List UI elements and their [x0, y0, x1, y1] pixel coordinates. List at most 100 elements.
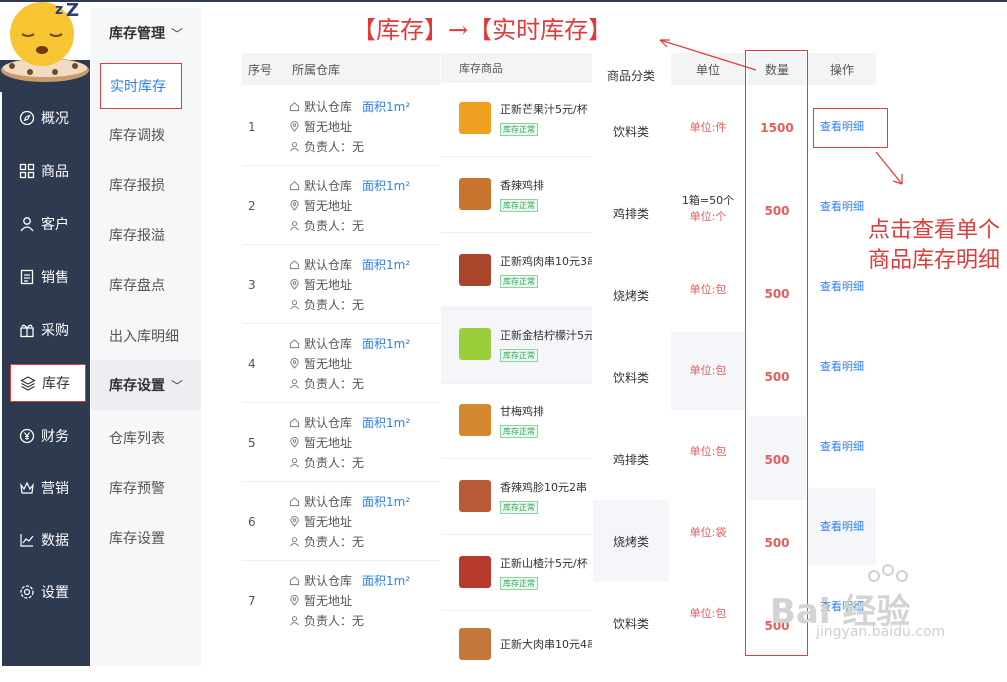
warehouse-address: 暂无地址: [304, 277, 353, 292]
warehouse-area[interactable]: 面积1m²: [362, 177, 410, 194]
stock-status-badge: 库存正常: [500, 274, 538, 288]
stock-status-badge: 库存正常: [500, 348, 538, 362]
warehouse-address-line: 暂无地址: [288, 116, 438, 136]
warehouse-area[interactable]: 面积1m²: [362, 256, 410, 273]
stock-status-badge: 库存正常: [500, 576, 538, 590]
warehouse-area[interactable]: 面积1m²: [362, 572, 410, 589]
nav-item-settings[interactable]: 设置: [2, 572, 90, 612]
product-cell: 正新山楂汁5元/杯 库存正常: [441, 534, 592, 610]
product-name: 甘梅鸡排: [500, 404, 544, 418]
submenu-item-overflow[interactable]: 库存报溢: [91, 215, 201, 255]
grid-icon: [18, 162, 36, 180]
person-icon: [288, 219, 300, 231]
nav-item-data[interactable]: 数据: [2, 520, 90, 560]
warehouse-info: 默认仓库 面积1m² 暂无地址 负责人：无: [288, 333, 438, 393]
warehouse-address-line: 暂无地址: [288, 590, 438, 610]
submenu-item-stock-settings[interactable]: 库存设置: [91, 518, 201, 558]
row-seq: 5: [248, 436, 256, 450]
header-product: 库存商品: [441, 53, 592, 83]
view-detail-link[interactable]: 查看明细: [808, 486, 876, 566]
submenu-item-loss[interactable]: 库存报损: [91, 165, 201, 205]
product-info: 香辣鸡排 库存正常: [500, 177, 592, 212]
warehouse-info: 默认仓库 面积1m² 暂无地址 负责人：无: [288, 254, 438, 314]
product-cell: 正新鸡肉串10元3串 库存正常: [441, 232, 592, 308]
warehouse-area[interactable]: 面积1m²: [362, 493, 410, 510]
view-detail-link[interactable]: 查看明细: [808, 326, 876, 406]
nav-item-label: 财务: [41, 429, 69, 445]
warehouse-area[interactable]: 面积1m²: [362, 414, 410, 431]
submenu-group-inventory-management[interactable]: 库存管理 ﹀: [91, 8, 201, 58]
warehouse-name-line: 默认仓库 面积1m²: [288, 175, 438, 195]
submenu-item-label: 仓库列表: [109, 431, 165, 447]
warehouse-manager: 负责人：无: [304, 376, 365, 391]
nav-item-purchase[interactable]: 采购: [2, 310, 90, 350]
nav-item-products[interactable]: 商品: [2, 151, 90, 191]
header-category-label: 商品分类: [606, 68, 655, 83]
product-thumbnail: [459, 178, 491, 210]
category-cell: 烧烤类: [612, 288, 649, 303]
nav-item-finance[interactable]: 财务: [2, 416, 90, 456]
nav-item-customers[interactable]: 客户: [2, 204, 90, 244]
nav-item-marketing[interactable]: 营销: [2, 468, 90, 508]
chart-icon: [18, 531, 36, 549]
header-action-label: 操作: [829, 62, 854, 77]
document-icon: [18, 268, 36, 286]
row-divider: [242, 244, 440, 245]
nav-item-overview[interactable]: 概况: [2, 98, 90, 138]
view-detail-link[interactable]: 查看明细: [808, 406, 876, 486]
unit-cell: 单位:包: [671, 248, 745, 329]
gift-icon: [18, 321, 36, 339]
unit-label: 单位:包: [689, 282, 727, 296]
warehouse-address: 暂无地址: [304, 198, 353, 213]
product-name: 香辣鸡排: [500, 178, 544, 192]
submenu-item-warehouse-list[interactable]: 仓库列表: [91, 418, 201, 458]
nav-item-sales[interactable]: 销售: [2, 257, 90, 297]
warehouse-address: 暂无地址: [304, 593, 353, 608]
category-cell: 饮料类: [612, 370, 649, 385]
header-action: 操作: [808, 53, 876, 85]
submenu-item-label: 库存报损: [109, 178, 165, 194]
home-icon: [288, 258, 300, 270]
category-cell: 饮料类: [612, 124, 649, 139]
row-divider: [242, 402, 440, 403]
home-icon: [288, 179, 300, 191]
view-detail-link[interactable]: 查看明细: [808, 246, 876, 326]
warehouse-manager-line: 负责人：无: [288, 136, 438, 156]
gear-icon: [18, 583, 36, 601]
stock-status-badge: 库存正常: [500, 122, 538, 136]
product-info: 香辣鸡胗10元2串 库存正常: [500, 479, 592, 514]
unit-label: 单位:包: [689, 606, 727, 620]
product-cell: 香辣鸡胗10元2串 库存正常: [441, 458, 592, 534]
nav-item-label: 采购: [41, 323, 69, 339]
warehouse-area[interactable]: 面积1m²: [362, 98, 410, 115]
warehouse-manager: 负责人：无: [304, 455, 365, 470]
submenu-item-transfer[interactable]: 库存调拨: [91, 115, 201, 155]
submenu-group-inventory-settings[interactable]: 库存设置 ﹀: [91, 360, 201, 410]
home-icon: [288, 416, 300, 428]
warehouse-name-line: 默认仓库 面积1m²: [288, 412, 438, 432]
warehouse-area[interactable]: 面积1m²: [362, 335, 410, 352]
product-thumbnail: [459, 102, 491, 134]
row-seq: 1: [248, 120, 256, 134]
unit-cell: 单位:包: [671, 572, 745, 653]
stock-status-badge: 库存正常: [500, 500, 538, 514]
submenu-item-realtime-inventory[interactable]: 实时库存: [100, 63, 182, 109]
header-warehouse: 所属仓库: [292, 62, 341, 77]
header-product-label: 库存商品: [459, 62, 503, 75]
submenu-item-stocktake[interactable]: 库存盘点: [91, 265, 201, 305]
submenu-item-inout-detail[interactable]: 出入库明细: [91, 316, 201, 356]
warehouse-address-line: 暂无地址: [288, 353, 438, 373]
product-thumbnail: [459, 328, 491, 360]
baidu-jingyan-watermark: Bai 经验 jingyan.baidu.com: [770, 562, 1000, 658]
location-pin-icon: [288, 436, 300, 448]
person-icon: [288, 614, 300, 626]
view-detail-link[interactable]: 查看明细: [808, 166, 876, 246]
product-cell: 香辣鸡排 库存正常: [441, 156, 592, 232]
warehouse-name: 默认仓库: [304, 494, 353, 509]
nav-item-inventory[interactable]: 库存: [10, 364, 86, 402]
product-name: 正新金桔柠檬汁5元/杯: [500, 328, 592, 342]
chevron-down-icon: ﹀: [171, 26, 184, 41]
location-pin-icon: [288, 199, 300, 211]
submenu-item-stock-warning[interactable]: 库存预警: [91, 468, 201, 508]
nav-item-label: 概况: [41, 111, 69, 127]
